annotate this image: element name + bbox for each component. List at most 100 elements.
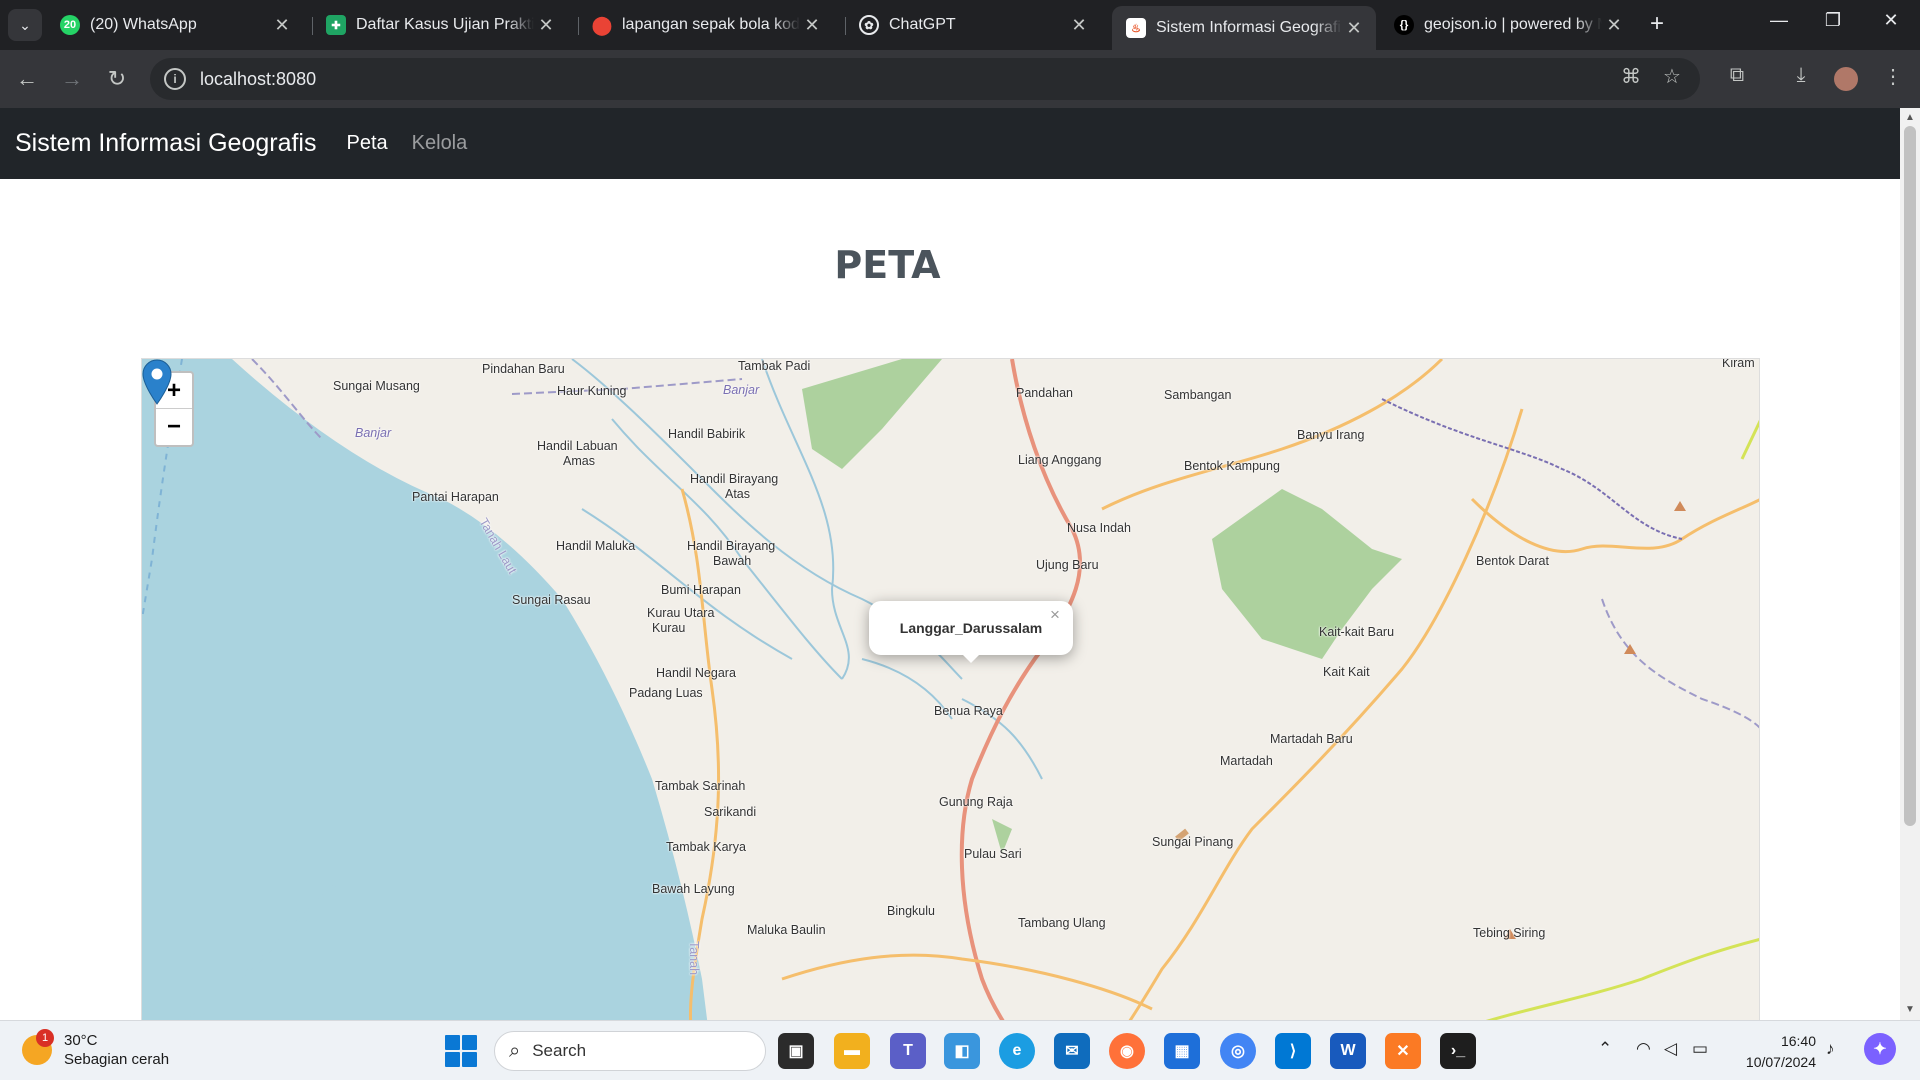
map-label: Banyu Irang — [1297, 428, 1365, 442]
admin-boundary — [1601, 598, 1759, 729]
leaflet-map[interactable]: Pindahan Baru Tambak Padi Sungai Musang … — [141, 358, 1760, 1020]
map-label: Handil Labuan — [537, 439, 618, 453]
xampp-icon[interactable]: ✕ — [1385, 1033, 1421, 1069]
map-label: Tambak Sarinah — [655, 779, 746, 793]
windows-taskbar: 1 30°C Sebagian cerah ⌕ Search ▣ ▬ T ◧ e… — [0, 1020, 1920, 1080]
admin-boundary — [1381, 398, 1683, 540]
word-icon[interactable]: W — [1330, 1033, 1366, 1069]
tab-title: ChatGPT — [889, 16, 956, 33]
restore-icon[interactable]: ❐ — [1808, 10, 1858, 31]
tab-search-button[interactable]: ⌄ — [8, 9, 42, 41]
firefox-icon[interactable]: ◉ — [1109, 1033, 1145, 1069]
close-tab-icon[interactable]: ✕ — [1342, 18, 1366, 39]
terminal-icon[interactable]: ›_ — [1440, 1033, 1476, 1069]
edge-icon[interactable]: e — [999, 1033, 1035, 1069]
scroll-up-icon[interactable]: ▲ — [1905, 112, 1915, 123]
profile-avatar[interactable] — [1834, 67, 1858, 91]
store-app-icon[interactable]: ◧ — [944, 1033, 980, 1069]
map-label: Maluka Baulin — [747, 923, 826, 937]
task-view-icon[interactable]: ▣ — [778, 1033, 814, 1069]
close-tab-icon[interactable]: ✕ — [800, 15, 824, 36]
browser-toolbar: ← → ↻ i localhost:8080 ⌘ ☆ ⧉ ⤓ ⋮ — [0, 50, 1920, 108]
taskbar-search-box[interactable]: ⌕ Search — [494, 1031, 766, 1071]
download-icon[interactable]: ⤓ — [1786, 64, 1816, 87]
admin-boundary — [511, 378, 743, 395]
map-label: Handil Babirik — [668, 427, 746, 441]
weather-description: Sebagian cerah — [64, 1051, 170, 1068]
show-hidden-icons-icon[interactable]: ⌃ — [1598, 1039, 1612, 1059]
site-info-icon[interactable]: i — [164, 68, 186, 90]
scrollbar-thumb[interactable] — [1904, 126, 1916, 826]
menu-kebab-icon[interactable]: ⋮ — [1878, 64, 1908, 89]
tab-whatsapp[interactable]: 20 (20) WhatsApp ✕ — [46, 6, 304, 44]
secondary-road — [1470, 497, 1759, 554]
tertiary-road — [1740, 419, 1759, 460]
volume-icon[interactable]: ◁ — [1664, 1039, 1677, 1059]
search-icon: ⌕ — [509, 1039, 521, 1062]
vscode-icon[interactable]: ⟩ — [1275, 1033, 1311, 1069]
tertiary-road — [1485, 937, 1759, 1020]
new-tab-icon[interactable]: + — [1650, 10, 1664, 38]
tab-geojson[interactable]: {} geojson.io | powered by Mapbox ✕ — [1380, 6, 1636, 44]
tab-daftar-kasus[interactable]: ✚ Daftar Kasus Ujian Praktikum ✕ — [312, 6, 568, 44]
tab-chatgpt[interactable]: ✿ ChatGPT ✕ — [845, 6, 1101, 44]
address-bar[interactable]: i localhost:8080 — [150, 58, 1700, 100]
notification-bell-icon[interactable]: ♪ — [1826, 1039, 1835, 1059]
battery-icon[interactable]: ▭ — [1692, 1039, 1708, 1059]
map-label: Pandahan — [1016, 386, 1074, 400]
translate-icon[interactable]: ⌘ — [1616, 64, 1646, 89]
page-scrollbar[interactable]: ▲ ▼ — [1900, 108, 1920, 1020]
tab-lapangan[interactable]: ⬤ lapangan sepak bola koding ✕ — [578, 6, 834, 44]
geojson-icon: {} — [1394, 15, 1414, 35]
popup-content: Langgar_Darussalam — [899, 620, 1043, 636]
browser-tab-bar: ⌄ 20 (20) WhatsApp ✕ ✚ Daftar Kasus Ujia… — [0, 0, 1920, 50]
tab-title: lapangan sepak bola koding — [622, 16, 800, 33]
park-area — [802, 359, 942, 469]
forward-icon[interactable]: → — [57, 64, 87, 94]
bookmark-star-icon[interactable]: ☆ — [1657, 64, 1687, 89]
map-label: Handil Maluka — [556, 539, 636, 553]
url-text[interactable]: localhost:8080 — [200, 69, 316, 90]
page-title: PETA — [834, 243, 941, 287]
map-label: Handil Birayang — [690, 472, 779, 486]
nav-link-peta[interactable]: Peta — [347, 132, 388, 155]
close-tab-icon[interactable]: ✕ — [534, 15, 558, 36]
popup-close-button[interactable]: × — [1050, 605, 1060, 625]
reload-icon[interactable]: ↻ — [102, 64, 132, 94]
minimize-icon[interactable]: — — [1754, 10, 1804, 31]
app-navbar: Sistem Informasi Geografis Peta Kelola — [0, 108, 1900, 179]
microsoft-store-icon[interactable]: ▦ — [1164, 1033, 1200, 1069]
secondary-road — [1101, 359, 1444, 511]
chatgpt-icon: ✿ — [859, 15, 879, 35]
map-label: Ujung Baru — [1036, 558, 1099, 572]
close-window-icon[interactable]: ✕ — [1866, 10, 1916, 31]
system-clock[interactable]: 16:40 10/07/2024 — [1730, 1031, 1816, 1073]
close-tab-icon[interactable]: ✕ — [1602, 15, 1626, 36]
clock-date: 10/07/2024 — [1745, 1054, 1816, 1070]
scroll-down-icon[interactable]: ▼ — [1905, 1004, 1915, 1015]
chrome-icon[interactable]: ◎ — [1220, 1033, 1256, 1069]
close-tab-icon[interactable]: ✕ — [270, 15, 294, 36]
map-label: Tebing Siring — [1473, 926, 1546, 940]
teams-icon[interactable]: T — [890, 1033, 926, 1069]
nav-link-kelola[interactable]: Kelola — [412, 132, 468, 155]
tab-sistem-informasi-geografis[interactable]: ♨ Sistem Informasi Geografis ✕ — [1112, 6, 1376, 50]
windows-start-icon[interactable] — [445, 1035, 477, 1067]
map-label: Kait Kait — [1323, 665, 1370, 679]
back-icon[interactable]: ← — [12, 64, 42, 94]
navbar-brand[interactable]: Sistem Informasi Geografis — [15, 129, 317, 158]
google-maps-pin-icon: ⬤ — [591, 14, 613, 35]
map-marker-icon[interactable] — [142, 359, 172, 405]
weather-widget[interactable]: 1 30°C Sebagian cerah — [22, 1029, 170, 1069]
mail-icon[interactable]: ✉ — [1054, 1033, 1090, 1069]
copilot-icon[interactable]: ✦ — [1864, 1033, 1896, 1065]
file-explorer-icon[interactable]: ▬ — [834, 1033, 870, 1069]
close-tab-icon[interactable]: ✕ — [1067, 15, 1091, 36]
extensions-icon[interactable]: ⧉ — [1722, 64, 1752, 87]
map-label: Haur Kuning — [557, 384, 627, 398]
map-label: Padang Luas — [629, 686, 703, 700]
map-label: Bentok Kampung — [1184, 459, 1280, 473]
wifi-icon[interactable]: ◠ — [1636, 1039, 1651, 1059]
map-label: Pindahan Baru — [482, 362, 565, 376]
zoom-out-button[interactable]: − — [156, 409, 192, 445]
